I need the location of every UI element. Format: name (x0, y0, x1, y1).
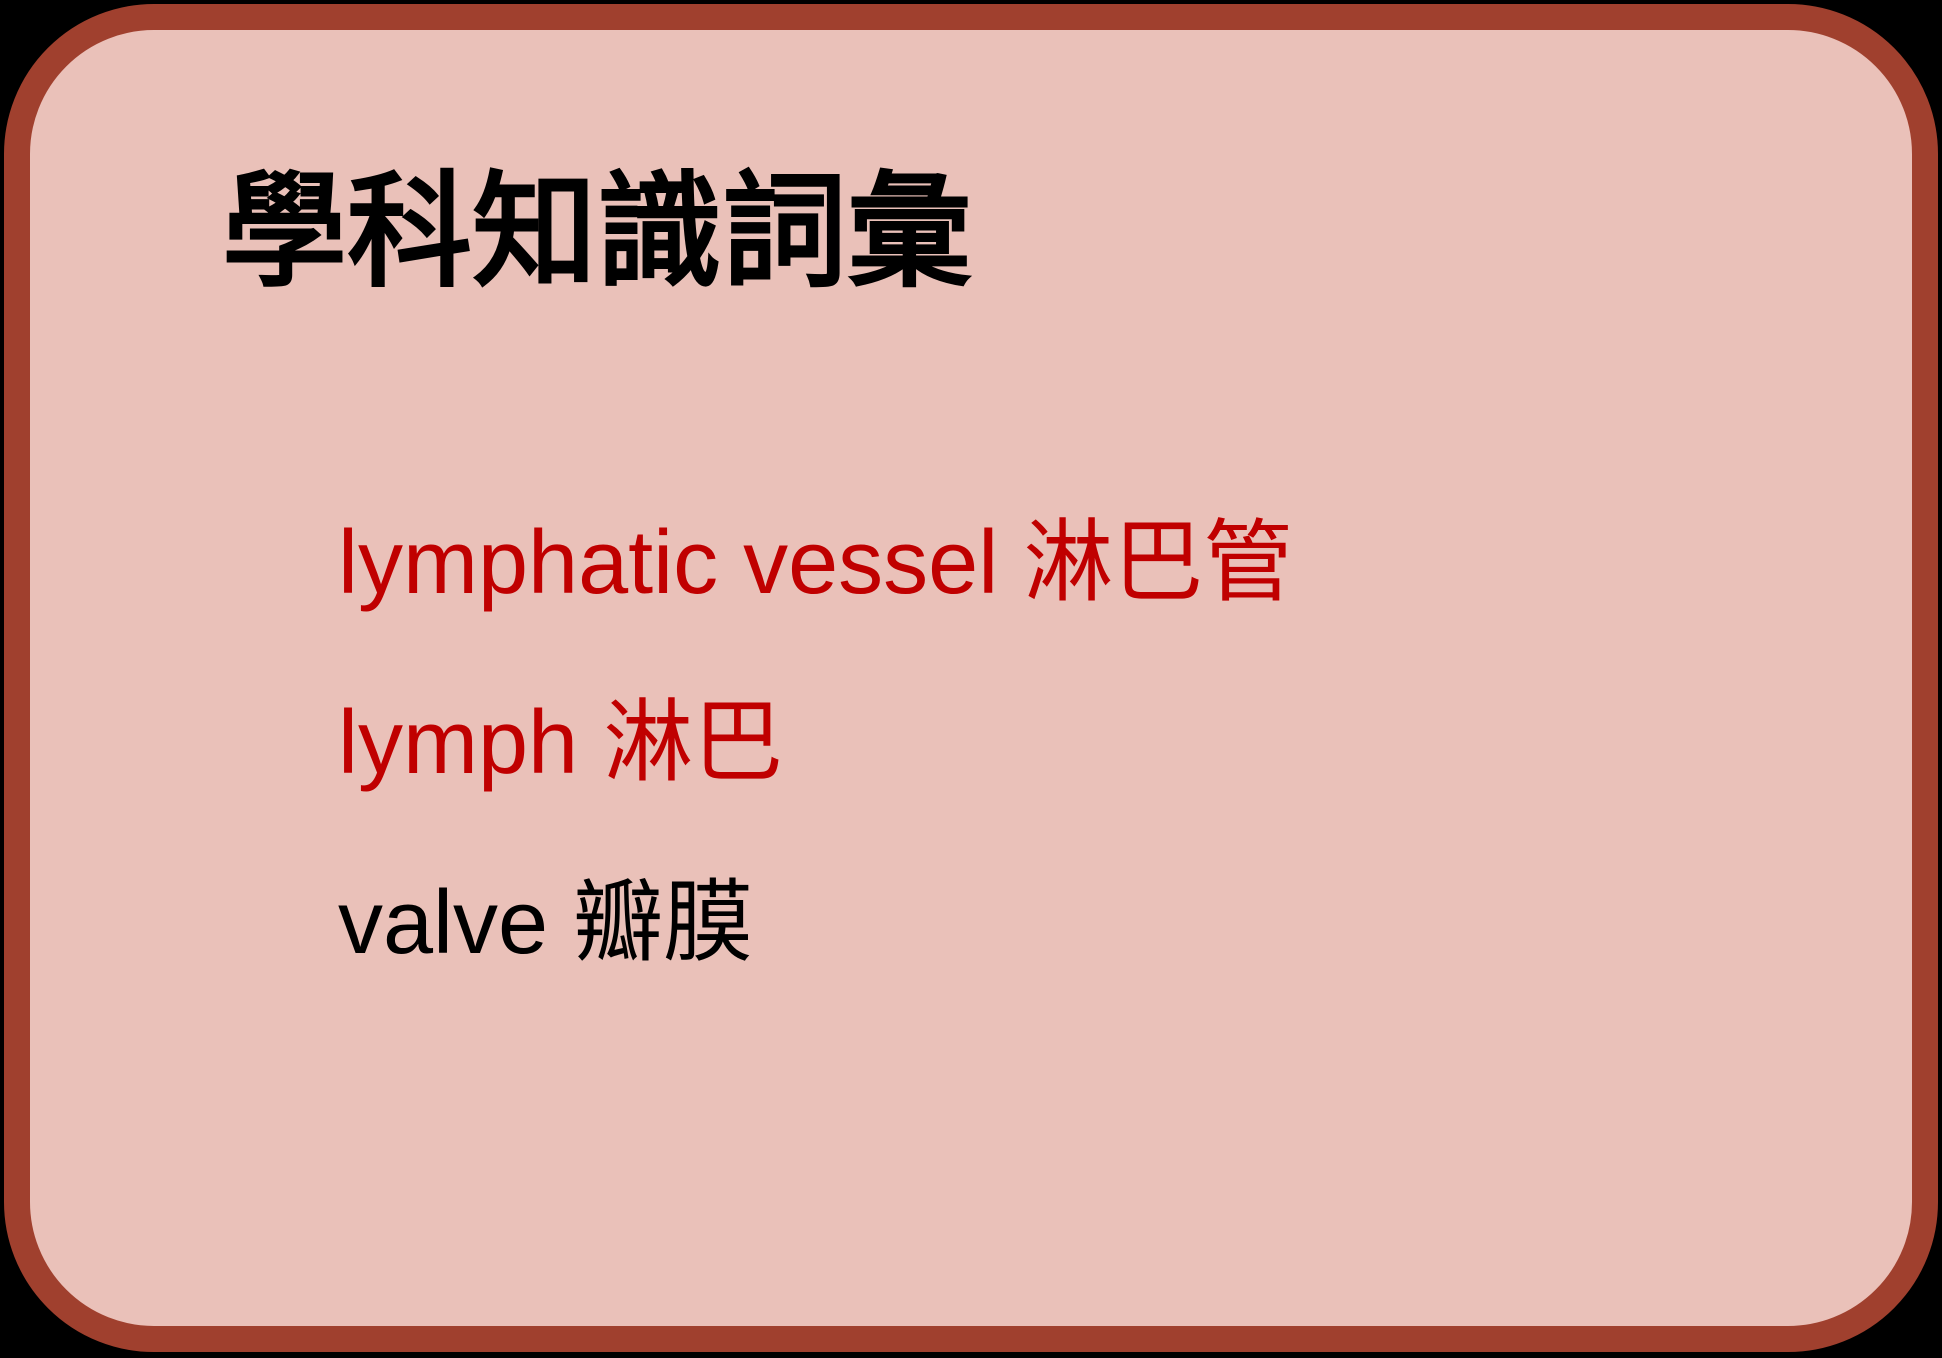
term-lymph: lymph 淋巴 (338, 693, 784, 793)
card-title: 學科知識詞彙 (222, 160, 972, 305)
vocabulary-card: 學科知識詞彙 lymphatic vessel 淋巴管 lymph 淋巴 val… (4, 4, 1938, 1352)
term-valve: valve 瓣膜 (338, 873, 754, 973)
term-lymphatic-vessel: lymphatic vessel 淋巴管 (338, 513, 1294, 613)
